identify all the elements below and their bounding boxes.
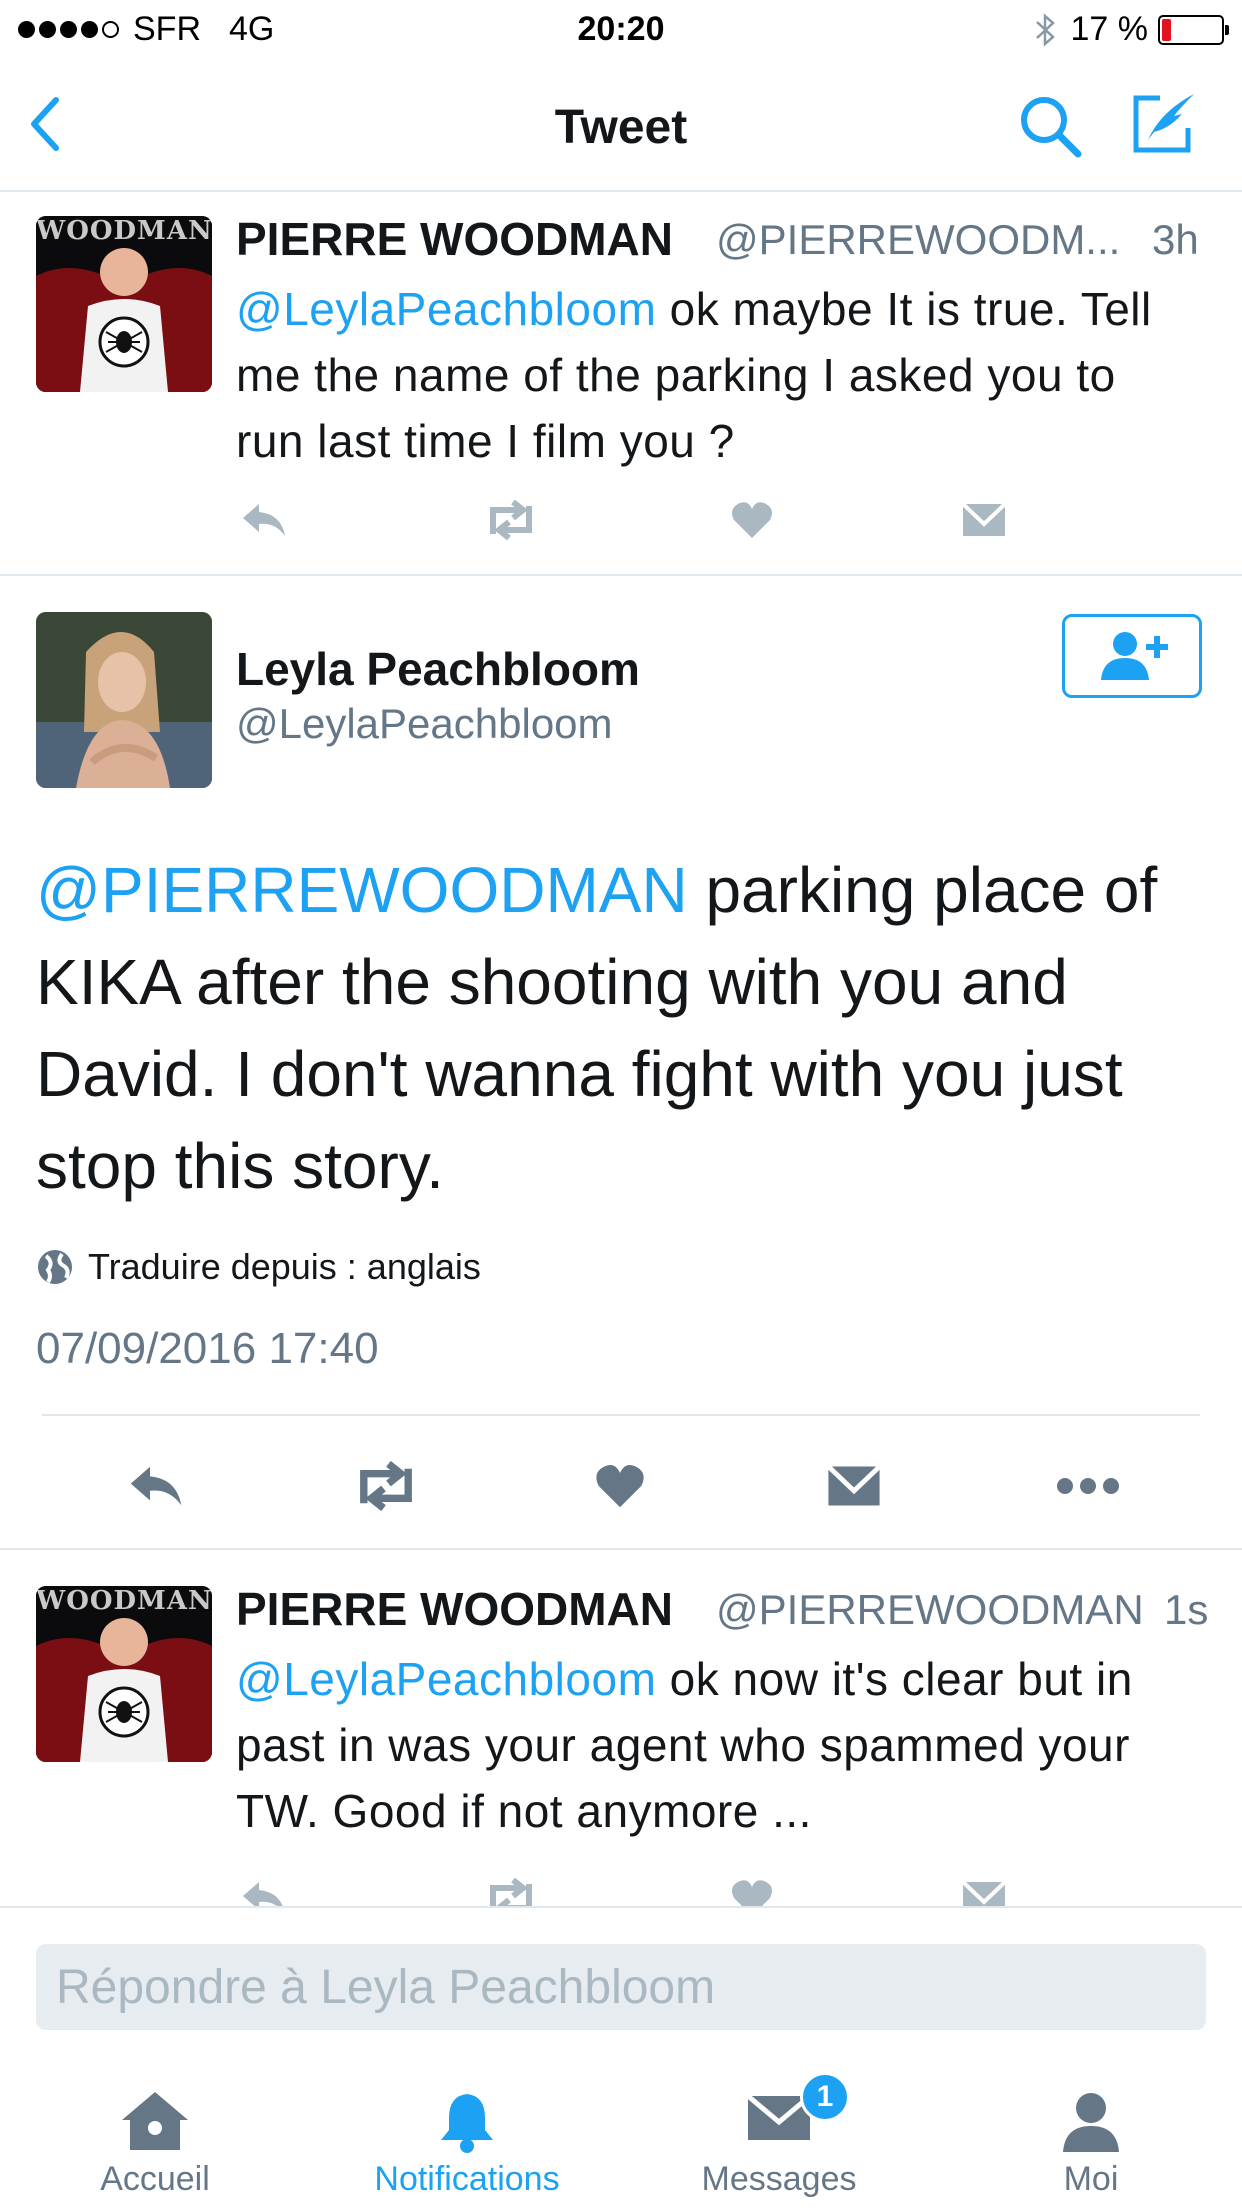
globe-icon xyxy=(38,1250,72,1284)
reply-input[interactable] xyxy=(36,1944,1206,2030)
divider xyxy=(0,1906,1242,1908)
tweet-reply[interactable]: WOODMAN PIERRE WOODMAN @PIERREWOODMAN 1s… xyxy=(0,1550,1242,1906)
like-button[interactable] xyxy=(584,1456,656,1516)
author-name[interactable]: Leyla Peachbloom xyxy=(236,642,640,696)
person-icon xyxy=(1063,2093,1119,2152)
tab-notifications[interactable]: Notifications xyxy=(312,2060,622,2208)
reply-button[interactable] xyxy=(116,1456,196,1516)
timestamp: 1s xyxy=(1164,1586,1209,1633)
tab-label: Moi xyxy=(1063,2160,1119,2198)
like-button[interactable] xyxy=(722,1870,782,1906)
dm-button[interactable] xyxy=(816,1456,892,1516)
envelope-icon xyxy=(961,1880,1007,1906)
dm-button[interactable] xyxy=(954,1870,1014,1906)
search-icon xyxy=(1021,97,1082,158)
heart-icon xyxy=(732,502,772,538)
compose-button[interactable] xyxy=(1130,88,1200,158)
more-icon xyxy=(1057,1478,1119,1494)
retweet-button[interactable] xyxy=(476,492,546,548)
tab-messages[interactable]: 1 Messages xyxy=(624,2060,934,2208)
reply-icon xyxy=(243,1882,283,1906)
author-handle[interactable]: @PIERREWOODMAN xyxy=(716,1586,1144,1634)
author-name[interactable]: PIERRE WOODMAN xyxy=(236,212,673,266)
reply-button[interactable] xyxy=(236,1870,292,1906)
avatar[interactable]: WOODMAN xyxy=(36,1586,212,1762)
timestamp: 3h xyxy=(1152,216,1199,263)
reply-button[interactable] xyxy=(236,492,292,548)
battery-percent: 17 % xyxy=(1070,10,1149,48)
divider xyxy=(42,1414,1200,1416)
tab-label: Accueil xyxy=(100,2160,210,2198)
status-bar: SFR 4G 20:20 17 % xyxy=(0,0,1242,62)
mention-link[interactable]: @PIERREWOODMAN xyxy=(36,854,688,926)
tab-label: Notifications xyxy=(374,2160,560,2198)
search-button[interactable] xyxy=(1016,92,1086,162)
action-bar xyxy=(0,1436,1242,1536)
envelope-icon xyxy=(826,1464,882,1506)
avatar[interactable]: WOODMAN xyxy=(36,216,212,392)
translate-link[interactable]: Traduire depuis : anglais xyxy=(36,1246,481,1288)
tweet-previous[interactable]: WOODMAN PIERRE WOODMAN @PIERREWOODM... 3… xyxy=(0,192,1242,574)
avatar-logo-text: WOODMAN xyxy=(36,1586,212,1616)
envelope-icon xyxy=(961,502,1007,536)
mention-link[interactable]: @LeylaPeachbloom xyxy=(236,1653,656,1705)
retweet-button[interactable] xyxy=(344,1456,428,1516)
status-right: 17 % xyxy=(1033,10,1229,49)
tweet-main: Leyla Peachbloom @LeylaPeachbloom @PIERR… xyxy=(0,576,1242,1546)
reply-icon xyxy=(130,1466,182,1506)
reply-icon xyxy=(243,504,285,536)
follow-button[interactable] xyxy=(1062,614,1202,698)
tweet-date: 07/09/2016 17:40 xyxy=(36,1324,379,1373)
follow-icon xyxy=(1101,632,1168,680)
tab-me[interactable]: Moi xyxy=(936,2060,1242,2208)
nav-bar: Tweet xyxy=(0,62,1242,192)
action-bar xyxy=(236,1870,1056,1906)
tweet-text: @PIERREWOODMAN parking place of KIKA aft… xyxy=(36,844,1216,1212)
action-bar xyxy=(236,492,1056,552)
more-button[interactable] xyxy=(1048,1456,1128,1516)
bell-icon xyxy=(441,2094,493,2153)
bluetooth-icon xyxy=(1035,12,1055,47)
tab-label: Messages xyxy=(701,2160,857,2198)
reply-box xyxy=(36,1944,1206,2030)
tab-home[interactable]: Accueil xyxy=(0,2060,310,2208)
heart-icon xyxy=(732,1880,772,1906)
battery-icon xyxy=(1158,14,1229,45)
like-button[interactable] xyxy=(722,492,782,548)
tweet-text: @LeylaPeachbloom ok maybe It is true. Te… xyxy=(236,276,1196,474)
retweet-icon xyxy=(360,1461,412,1511)
tweet-text: @LeylaPeachbloom ok now it's clear but i… xyxy=(236,1646,1216,1844)
author-handle[interactable]: @LeylaPeachbloom xyxy=(236,700,613,748)
mention-link[interactable]: @LeylaPeachbloom xyxy=(236,283,656,335)
tab-bar: Accueil Notifications 1 Messages Moi xyxy=(0,2060,1242,2208)
avatar[interactable] xyxy=(36,612,212,788)
compose-icon xyxy=(1133,94,1194,153)
heart-icon xyxy=(596,1465,644,1508)
retweet-button[interactable] xyxy=(476,1870,546,1906)
author-name[interactable]: PIERRE WOODMAN xyxy=(236,1582,673,1636)
author-handle[interactable]: @PIERREWOODM... xyxy=(716,216,1120,264)
dm-button[interactable] xyxy=(954,492,1014,548)
retweet-icon xyxy=(490,1878,532,1906)
unread-badge: 1 xyxy=(800,2072,850,2122)
translate-label: Traduire depuis : anglais xyxy=(88,1246,481,1287)
avatar-logo-text: WOODMAN xyxy=(36,216,212,246)
retweet-icon xyxy=(490,500,532,540)
home-icon xyxy=(122,2092,188,2150)
